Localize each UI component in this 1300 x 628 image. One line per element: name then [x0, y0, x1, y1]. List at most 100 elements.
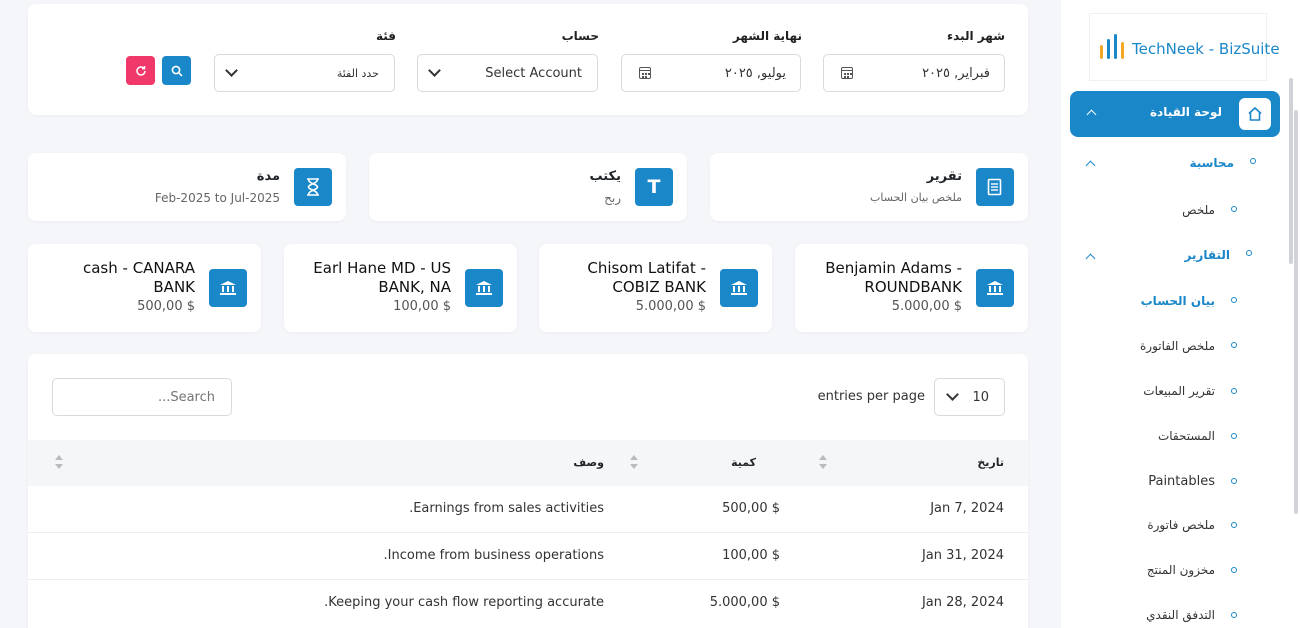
- sidebar-item-label: لوحة القيادة: [1149, 105, 1222, 119]
- sidebar-item-paintables[interactable]: Paintables: [1148, 474, 1215, 489]
- calendar-icon: [841, 67, 853, 79]
- column-header-amount[interactable]: كمية: [731, 456, 756, 469]
- entries-per-page-select[interactable]: 10: [934, 378, 1005, 416]
- brand-logo[interactable]: TechNeek - BizSuite: [1089, 13, 1280, 81]
- entries-value: 10: [972, 389, 989, 405]
- cell-amount: 500,00 $: [722, 501, 780, 516]
- account-value: Select Account: [485, 65, 582, 81]
- bank-icon: [465, 269, 503, 307]
- sidebar-item-reports[interactable]: التقارير: [1184, 248, 1230, 262]
- entries-per-page-label: entries per page: [817, 389, 925, 404]
- sort-icon[interactable]: [819, 455, 827, 469]
- bullet-icon: [1231, 433, 1237, 439]
- sidebar-item-bill-summary[interactable]: ملخص فاتورة: [1147, 518, 1215, 532]
- account-card: Earl Hane MD - US BANK, NA 100,00 $: [284, 244, 517, 332]
- document-icon: [976, 168, 1014, 206]
- account-name: Earl Hane MD - US BANK, NA: [313, 259, 451, 296]
- chevron-up-icon: [1086, 109, 1097, 120]
- calendar-icon: [639, 67, 651, 79]
- start-month-select[interactable]: فبراير, ٢٠٢٥: [823, 54, 1005, 92]
- sidebar-item-product-stock[interactable]: مخزون المنتج: [1147, 563, 1215, 577]
- sidebar-scrollbar[interactable]: [1289, 78, 1293, 264]
- sidebar-item-dashboard[interactable]: لوحة القيادة: [1070, 91, 1280, 137]
- report-card: تقرير ملخص بيان الحساب: [710, 153, 1028, 221]
- column-header-date[interactable]: تاريخ: [977, 456, 1004, 469]
- sort-icon[interactable]: [630, 455, 638, 469]
- account-name: Chisom Latifat - COBIZ BANK: [587, 259, 706, 296]
- bullet-icon: [1231, 206, 1237, 212]
- sidebar-item-receivables[interactable]: المستحقات: [1158, 429, 1215, 443]
- chevron-down-icon: [946, 388, 959, 401]
- bullet-icon: [1231, 297, 1237, 303]
- account-label: حساب: [561, 29, 599, 43]
- end-month-select[interactable]: يوليو, ٢٠٢٥: [621, 54, 801, 92]
- sidebar-item-sales-report[interactable]: تقرير المبيعات: [1143, 384, 1215, 398]
- hourglass-icon: [294, 168, 332, 206]
- logo-icon: [1100, 34, 1124, 59]
- cell-date: Jan 31, 2024: [921, 548, 1004, 563]
- period-subtitle: Feb-2025 to Jul-2025: [154, 191, 280, 205]
- text-icon: T: [635, 168, 673, 206]
- cell-description: .Income from business operations: [383, 548, 604, 563]
- bullet-icon: [1250, 158, 1256, 164]
- table-header: تاريخ كمية وصف: [28, 440, 1028, 486]
- sidebar-item-accounting[interactable]: محاسبة: [1189, 156, 1234, 170]
- refresh-icon: [135, 65, 146, 76]
- bullet-icon: [1231, 342, 1237, 348]
- bullet-icon: [1231, 522, 1237, 528]
- bullet-icon: [1231, 478, 1237, 484]
- bank-icon: [720, 269, 758, 307]
- account-card: cash - CANARA BANK 500,00 $: [28, 244, 261, 332]
- sidebar-item-cash-flow[interactable]: التدفق النقدي: [1146, 608, 1215, 622]
- cell-date: Jan 7, 2024: [930, 501, 1004, 516]
- account-select[interactable]: Select Account: [417, 54, 598, 92]
- account-card: Benjamin Adams - ROUNDBANK 5.000,00 $: [795, 244, 1028, 332]
- category-value: حدد الفئة: [336, 66, 379, 80]
- type-card: T يكتب ربح: [369, 153, 687, 221]
- end-month-label: نهاية الشهر: [732, 29, 802, 43]
- account-amount: 100,00 $: [393, 299, 451, 314]
- filter-panel: شهر البدء فبراير, ٢٠٢٥ نهاية الشهر يوليو…: [28, 4, 1028, 115]
- cell-description: .Keeping your cash flow reporting accura…: [324, 595, 604, 610]
- refresh-button[interactable]: [126, 56, 155, 85]
- category-label: فئة: [375, 29, 396, 43]
- home-icon: [1239, 98, 1271, 130]
- table-row: Jan 31, 2024 100,00 $ .Income from busin…: [28, 533, 1028, 580]
- search-button[interactable]: [162, 56, 191, 85]
- account-name: Benjamin Adams - ROUNDBANK: [825, 259, 962, 296]
- type-title: يكتب: [589, 169, 621, 184]
- sort-icon[interactable]: [55, 455, 63, 469]
- chevron-down-icon: [225, 64, 238, 77]
- cell-amount: 100,00 $: [722, 548, 780, 563]
- account-amount: 5.000,00 $: [635, 299, 706, 314]
- end-month-value: يوليو, ٢٠٢٥: [724, 65, 786, 81]
- sidebar-item-invoice-summary[interactable]: ملخص الفاتورة: [1140, 339, 1215, 353]
- account-card: Chisom Latifat - COBIZ BANK 5.000,00 $: [539, 244, 772, 332]
- column-header-description[interactable]: وصف: [573, 456, 604, 469]
- bullet-icon: [1246, 250, 1252, 256]
- bullet-icon: [1231, 567, 1237, 573]
- sidebar-item-account-statement[interactable]: بيان الحساب: [1141, 294, 1215, 308]
- account-amount: 5.000,00 $: [891, 299, 962, 314]
- start-month-label: شهر البدء: [947, 29, 1005, 43]
- bullet-icon: [1231, 388, 1237, 394]
- bullet-icon: [1231, 612, 1237, 618]
- bank-icon: [209, 269, 247, 307]
- search-icon: [171, 65, 183, 77]
- start-month-value: فبراير, ٢٠٢٥: [922, 65, 990, 81]
- period-title: مدة: [256, 169, 280, 184]
- page-scrollbar[interactable]: [1294, 110, 1298, 514]
- table-row: Jan 7, 2024 500,00 $ .Earnings from sale…: [28, 486, 1028, 533]
- sidebar-item-summary[interactable]: ملخص: [1182, 203, 1215, 217]
- search-input[interactable]: [52, 378, 232, 416]
- chevron-up-icon[interactable]: [1085, 160, 1096, 171]
- cell-description: .Earnings from sales activities: [409, 501, 604, 516]
- account-amount: 500,00 $: [137, 299, 195, 314]
- type-subtitle: ربح: [604, 191, 621, 205]
- bank-icon: [976, 269, 1014, 307]
- chevron-up-icon[interactable]: [1085, 253, 1096, 264]
- category-select[interactable]: حدد الفئة: [214, 54, 395, 92]
- table-row: Jan 28, 2024 5.000,00 $ .Keeping your ca…: [28, 580, 1028, 627]
- brand-name: TechNeek - BizSuite: [1132, 40, 1280, 58]
- chevron-down-icon: [428, 64, 441, 77]
